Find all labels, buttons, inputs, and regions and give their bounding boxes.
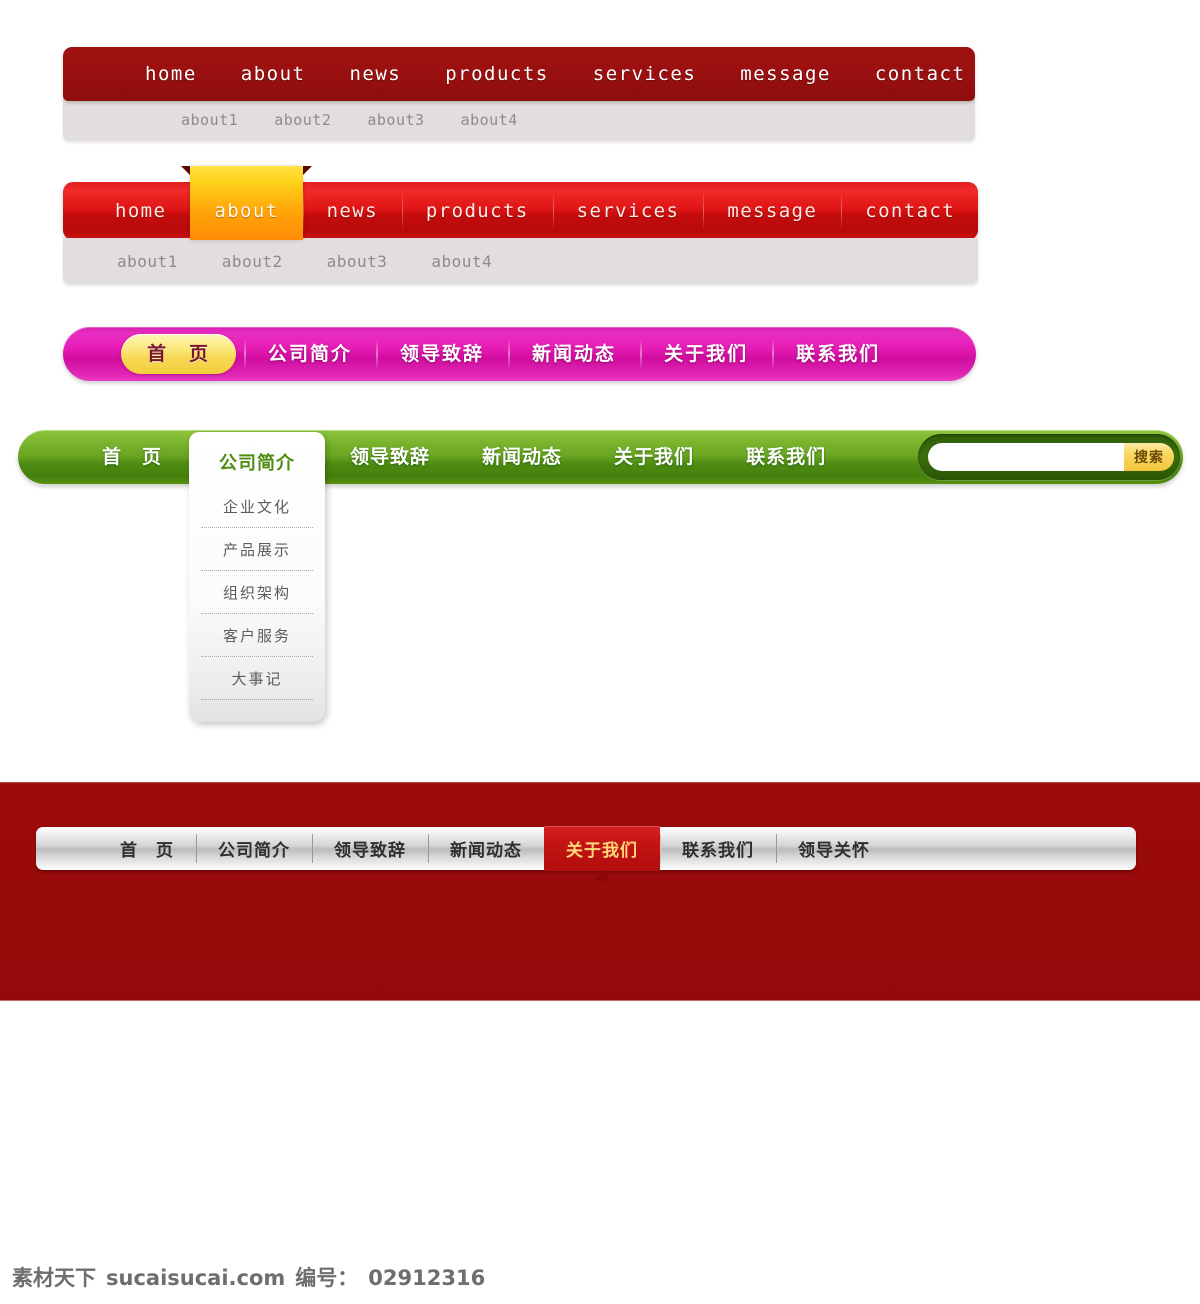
nav2-item-services[interactable]: services	[552, 182, 704, 240]
nav5-item-leader-care[interactable]: 领导关怀	[776, 827, 892, 870]
nav-red-flat: home about news products services messag…	[63, 47, 975, 141]
nav2-sub-item-about1[interactable]: about1	[95, 252, 200, 271]
nav5-item-company-profile[interactable]: 公司简介	[196, 827, 312, 870]
nav5-item-contact-us[interactable]: 联系我们	[660, 827, 776, 870]
nav4-item-home[interactable]: 首 页	[76, 430, 188, 484]
nav4-item-news[interactable]: 新闻动态	[456, 430, 588, 484]
nav3-item-news[interactable]: 新闻动态	[508, 327, 640, 381]
nav1-item-about[interactable]: about	[219, 63, 328, 85]
nav2-sub-item-about2[interactable]: about2	[200, 252, 305, 271]
nav5-item-home[interactable]: 首 页	[98, 827, 196, 870]
nav1-item-contact[interactable]: contact	[853, 63, 988, 85]
nav4-item-contact-us[interactable]: 联系我们	[720, 430, 852, 484]
search-box: 搜索	[918, 434, 1180, 480]
nav4-item-about-us[interactable]: 关于我们	[588, 430, 720, 484]
nav2-item-contact[interactable]: contact	[841, 182, 979, 240]
footer-site-domain: sucaisucai.com	[106, 1266, 286, 1290]
nav5-item-news[interactable]: 新闻动态	[428, 827, 544, 870]
nav-silver-bar: 首 页 公司简介 领导致辞 新闻动态 关于我们 联系我们 领导关怀	[36, 826, 1136, 881]
dropdown-item-milestones[interactable]: 大事记	[201, 657, 313, 700]
dropdown-item-corporate-culture[interactable]: 企业文化	[201, 485, 313, 528]
nav2-item-about-label: about	[214, 200, 279, 222]
nav-magenta-bar: 首 页 公司简介 领导致辞 新闻动态 关于我们 联系我们	[63, 327, 976, 381]
nav1-sub-item-about2[interactable]: about2	[256, 111, 349, 129]
nav5-item-leader-speech[interactable]: 领导致辞	[312, 827, 428, 870]
nav3-item-home[interactable]: 首 页	[121, 334, 237, 374]
footer-id-label: 编号：	[295, 1266, 359, 1290]
dropdown-item-organization[interactable]: 组织架构	[201, 571, 313, 614]
footer-watermark: 素材天下 sucaisucai.com 编号： 02912316	[12, 1262, 485, 1292]
nav5-item-about-us-label: 关于我们	[566, 841, 638, 861]
dropdown-item-customer-service[interactable]: 客户服务	[201, 614, 313, 657]
nav1-item-services[interactable]: services	[571, 63, 719, 85]
nav2-item-news[interactable]: news	[302, 182, 402, 240]
nav1-item-products[interactable]: products	[423, 63, 571, 85]
nav1-item-news[interactable]: news	[327, 63, 423, 85]
nav-green-dropdown: 公司简介 企业文化 产品展示 组织架构 客户服务 大事记	[189, 432, 325, 722]
nav-red-glossy-bar: home about news products services messag…	[63, 166, 979, 240]
nav-red-flat-bar: home about news products services messag…	[63, 47, 975, 101]
footer-site-name-cn: 素材天下	[12, 1266, 96, 1290]
nav2-item-about[interactable]: about	[181, 166, 312, 240]
nav1-sub-item-about1[interactable]: about1	[163, 111, 256, 129]
dropdown-item-products[interactable]: 产品展示	[201, 528, 313, 571]
tab-notch-right-icon	[302, 166, 312, 175]
nav2-sub-item-about3[interactable]: about3	[305, 252, 410, 271]
nav2-sub-item-about4[interactable]: about4	[409, 252, 514, 271]
caret-up-icon	[593, 871, 611, 881]
nav-red-glossy-submenu: about1 about2 about3 about4	[63, 238, 978, 284]
nav5-item-about-us[interactable]: 关于我们	[544, 826, 660, 881]
nav1-sub-item-about3[interactable]: about3	[349, 111, 442, 129]
nav1-item-home[interactable]: home	[123, 63, 219, 85]
nav-red-flat-submenu: about1 about2 about3 about4	[63, 98, 975, 141]
nav3-item-company-profile[interactable]: 公司简介	[244, 327, 376, 381]
nav3-item-contact-us[interactable]: 联系我们	[772, 327, 904, 381]
nav-red-glossy: home about news products services messag…	[63, 166, 979, 284]
nav4-item-company-profile[interactable]: 公司简介	[189, 444, 325, 485]
page-root: home about news products services messag…	[0, 0, 1200, 1304]
search-input[interactable]	[928, 443, 1124, 471]
nav1-sub-item-about4[interactable]: about4	[443, 111, 536, 129]
nav1-item-message[interactable]: message	[718, 63, 853, 85]
footer-id-value: 02912316	[368, 1266, 486, 1290]
search-button[interactable]: 搜索	[1124, 443, 1174, 471]
nav2-item-home[interactable]: home	[63, 182, 190, 240]
nav3-item-about-us[interactable]: 关于我们	[640, 327, 772, 381]
nav4-item-leader-speech[interactable]: 领导致辞	[324, 430, 456, 484]
nav3-item-leader-speech[interactable]: 领导致辞	[376, 327, 508, 381]
nav2-item-message[interactable]: message	[703, 182, 841, 240]
tab-notch-left-icon	[181, 166, 191, 175]
red-banner-block: 首 页 公司简介 领导致辞 新闻动态 关于我们 联系我们 领导关怀	[0, 782, 1200, 1001]
nav2-item-products[interactable]: products	[401, 182, 553, 240]
